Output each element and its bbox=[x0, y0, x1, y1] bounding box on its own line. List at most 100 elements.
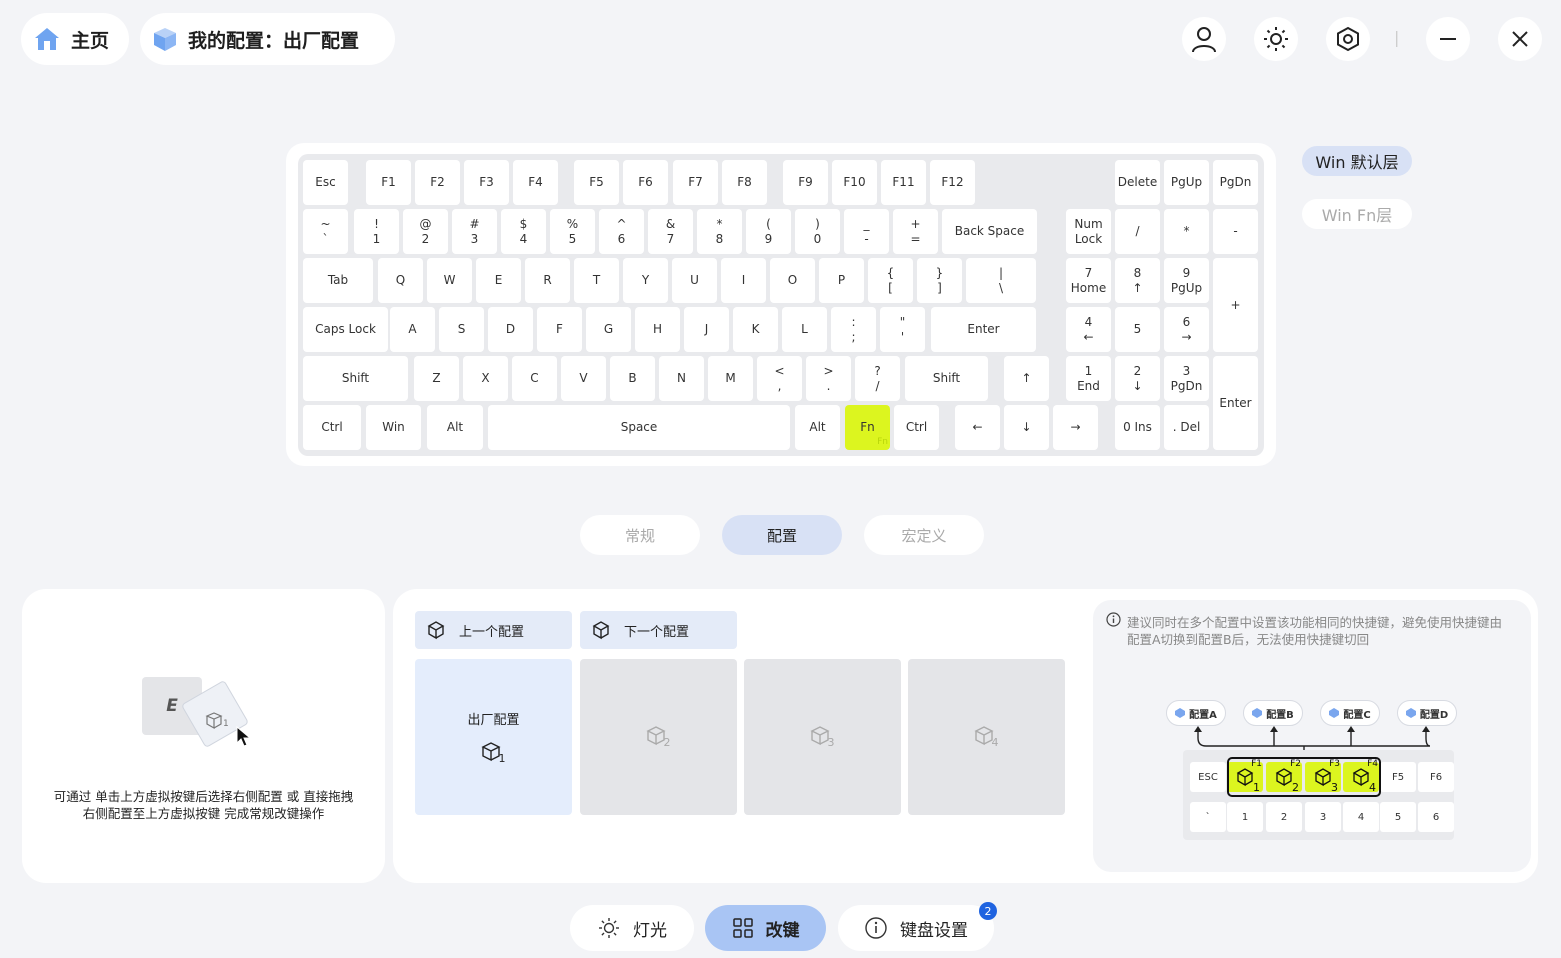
key[interactable]: 4 ← bbox=[1066, 307, 1111, 352]
key[interactable]: < , bbox=[757, 356, 802, 401]
prev-config-button[interactable]: 上一个配置 bbox=[415, 611, 572, 649]
key[interactable]: Enter bbox=[1213, 356, 1258, 450]
key[interactable]: F9 bbox=[783, 160, 828, 205]
key[interactable]: & 7 bbox=[648, 209, 693, 254]
key[interactable]: B bbox=[610, 356, 655, 401]
key[interactable]: F2 bbox=[415, 160, 460, 205]
key[interactable]: ^ 6 bbox=[599, 209, 644, 254]
key[interactable]: 7 Home bbox=[1066, 258, 1111, 303]
key[interactable]: ) 0 bbox=[795, 209, 840, 254]
key[interactable]: + = bbox=[893, 209, 938, 254]
config-slot-4[interactable]: 4 bbox=[908, 659, 1065, 815]
key[interactable]: { [ bbox=[868, 258, 913, 303]
key[interactable]: Alt bbox=[427, 405, 483, 450]
key[interactable]: | \ bbox=[966, 258, 1036, 303]
key[interactable]: 5 bbox=[1115, 307, 1160, 352]
key[interactable]: O bbox=[770, 258, 815, 303]
key[interactable]: J bbox=[684, 307, 729, 352]
nav-keyboard-settings[interactable]: 键盘设置 bbox=[838, 905, 994, 951]
key[interactable]: Num Lock bbox=[1066, 209, 1111, 254]
key[interactable]: F bbox=[537, 307, 582, 352]
settings-button[interactable] bbox=[1326, 17, 1370, 61]
key[interactable]: > . bbox=[806, 356, 851, 401]
key[interactable]: Back Space bbox=[942, 209, 1037, 254]
key[interactable]: 6 → bbox=[1164, 307, 1209, 352]
key[interactable]: Tab bbox=[303, 258, 373, 303]
key[interactable]: 8 ↑ bbox=[1115, 258, 1160, 303]
key[interactable]: H bbox=[635, 307, 680, 352]
key[interactable]: F3 bbox=[464, 160, 509, 205]
key[interactable]: Z bbox=[414, 356, 459, 401]
key[interactable]: S bbox=[439, 307, 484, 352]
key[interactable]: D bbox=[488, 307, 533, 352]
key[interactable]: 0 Ins bbox=[1115, 405, 1160, 450]
layer-win-fn[interactable]: Win Fn层 bbox=[1302, 199, 1412, 229]
key[interactable]: ( 9 bbox=[746, 209, 791, 254]
nav-lighting[interactable]: 灯光 bbox=[570, 905, 694, 951]
key[interactable]: : ; bbox=[831, 307, 876, 352]
key[interactable]: ↓ bbox=[1004, 405, 1049, 450]
key[interactable]: Esc bbox=[303, 160, 348, 205]
key[interactable]: 1 End bbox=[1066, 356, 1111, 401]
next-config-button[interactable]: 下一个配置 bbox=[580, 611, 737, 649]
config-slot-3[interactable]: 3 bbox=[744, 659, 901, 815]
key[interactable]: F6 bbox=[623, 160, 668, 205]
key[interactable]: / bbox=[1115, 209, 1160, 254]
key[interactable]: - bbox=[1213, 209, 1258, 254]
key[interactable]: Win bbox=[366, 405, 421, 450]
key[interactable]: F8 bbox=[722, 160, 767, 205]
tab-config[interactable]: 配置 bbox=[722, 515, 842, 555]
key[interactable]: Alt bbox=[795, 405, 840, 450]
key[interactable]: # 3 bbox=[452, 209, 497, 254]
key[interactable]: Ctrl bbox=[303, 405, 361, 450]
key[interactable]: C bbox=[512, 356, 557, 401]
key[interactable]: ↑ bbox=[1004, 356, 1049, 401]
key[interactable]: ? / bbox=[855, 356, 900, 401]
key[interactable]: F12 bbox=[930, 160, 975, 205]
key[interactable]: 2 ↓ bbox=[1115, 356, 1160, 401]
key[interactable]: F11 bbox=[881, 160, 926, 205]
close-button[interactable] bbox=[1498, 17, 1542, 61]
key[interactable]: L bbox=[782, 307, 827, 352]
key[interactable]: ! 1 bbox=[354, 209, 399, 254]
tab-macro[interactable]: 宏定义 bbox=[864, 515, 984, 555]
key-fn-highlighted[interactable]: Fn Fn bbox=[845, 405, 890, 450]
key[interactable]: PgDn bbox=[1213, 160, 1258, 205]
key[interactable]: . Del bbox=[1164, 405, 1209, 450]
key[interactable]: } ] bbox=[917, 258, 962, 303]
key[interactable]: F5 bbox=[574, 160, 619, 205]
key[interactable]: K bbox=[733, 307, 778, 352]
key[interactable]: _ - bbox=[844, 209, 889, 254]
key[interactable]: T bbox=[574, 258, 619, 303]
key[interactable]: Y bbox=[623, 258, 668, 303]
key[interactable]: PgUp bbox=[1164, 160, 1209, 205]
key[interactable]: E bbox=[476, 258, 521, 303]
key[interactable]: Shift bbox=[303, 356, 408, 401]
key[interactable]: " ' bbox=[880, 307, 925, 352]
key[interactable]: 3 PgDn bbox=[1164, 356, 1209, 401]
key[interactable]: ← bbox=[955, 405, 1000, 450]
key[interactable]: Space bbox=[488, 405, 790, 450]
key[interactable]: U bbox=[672, 258, 717, 303]
key[interactable]: Ctrl bbox=[894, 405, 939, 450]
key[interactable]: F1 bbox=[366, 160, 411, 205]
key[interactable]: F4 bbox=[513, 160, 558, 205]
key[interactable]: W bbox=[427, 258, 472, 303]
key[interactable]: % 5 bbox=[550, 209, 595, 254]
key[interactable]: M bbox=[708, 356, 753, 401]
key[interactable]: V bbox=[561, 356, 606, 401]
key[interactable]: $ 4 bbox=[501, 209, 546, 254]
layer-win-default[interactable]: Win 默认层 bbox=[1302, 146, 1412, 176]
key[interactable]: * 8 bbox=[697, 209, 742, 254]
user-button[interactable] bbox=[1182, 17, 1226, 61]
key[interactable]: X bbox=[463, 356, 508, 401]
key[interactable]: F7 bbox=[673, 160, 718, 205]
config-slot-2[interactable]: 2 bbox=[580, 659, 737, 815]
key[interactable]: @ 2 bbox=[403, 209, 448, 254]
key[interactable]: + bbox=[1213, 258, 1258, 352]
key[interactable]: Q bbox=[378, 258, 423, 303]
key[interactable]: → bbox=[1053, 405, 1098, 450]
key[interactable]: A bbox=[390, 307, 435, 352]
key[interactable]: F10 bbox=[832, 160, 877, 205]
key[interactable]: P bbox=[819, 258, 864, 303]
